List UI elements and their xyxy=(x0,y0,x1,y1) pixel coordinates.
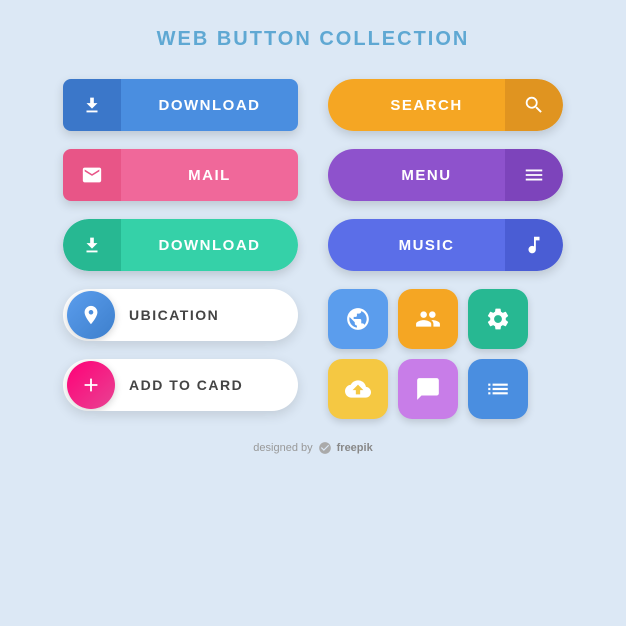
add-to-card-button[interactable]: ADD TO CARD xyxy=(63,359,298,411)
search-label: SEARCH xyxy=(328,79,505,131)
menu-icon xyxy=(505,149,563,201)
list-icon-button[interactable] xyxy=(468,359,528,419)
footer-text: designed by xyxy=(253,442,312,454)
download-blue-button[interactable]: DOWNLOAD xyxy=(63,79,298,131)
gear-icon-button[interactable] xyxy=(468,289,528,349)
menu-label: MENU xyxy=(328,149,505,201)
download-blue-label: DOWNLOAD xyxy=(121,79,298,131)
download-teal-label: DOWNLOAD xyxy=(121,219,298,271)
search-button[interactable]: SEARCH xyxy=(328,79,563,131)
music-icon xyxy=(505,219,563,271)
chat-icon-button[interactable] xyxy=(398,359,458,419)
menu-button[interactable]: MENU xyxy=(328,149,563,201)
page-title: WEB BUTTON COLLECTION xyxy=(157,28,470,51)
add-to-card-icon xyxy=(67,361,115,409)
search-icon xyxy=(505,79,563,131)
mail-label: MAIL xyxy=(121,149,298,201)
location-label: UBICATION xyxy=(115,307,298,323)
footer-brand: freepik xyxy=(337,442,373,454)
cloud-upload-icon-button[interactable] xyxy=(328,359,388,419)
mail-icon xyxy=(63,149,121,201)
location-icon xyxy=(67,291,115,339)
music-label: MUSIC xyxy=(328,219,505,271)
globe-icon-button[interactable] xyxy=(328,289,388,349)
mail-button[interactable]: MAIL xyxy=(63,149,298,201)
icon-grid xyxy=(328,289,563,419)
footer-credit: designed by freepik xyxy=(253,441,372,455)
download-teal-button[interactable]: DOWNLOAD xyxy=(63,219,298,271)
add-to-card-label: ADD TO CARD xyxy=(115,377,298,393)
location-button[interactable]: UBICATION xyxy=(63,289,298,341)
people-icon-button[interactable] xyxy=(398,289,458,349)
download-teal-icon xyxy=(63,219,121,271)
download-blue-icon xyxy=(63,79,121,131)
music-button[interactable]: MUSIC xyxy=(328,219,563,271)
